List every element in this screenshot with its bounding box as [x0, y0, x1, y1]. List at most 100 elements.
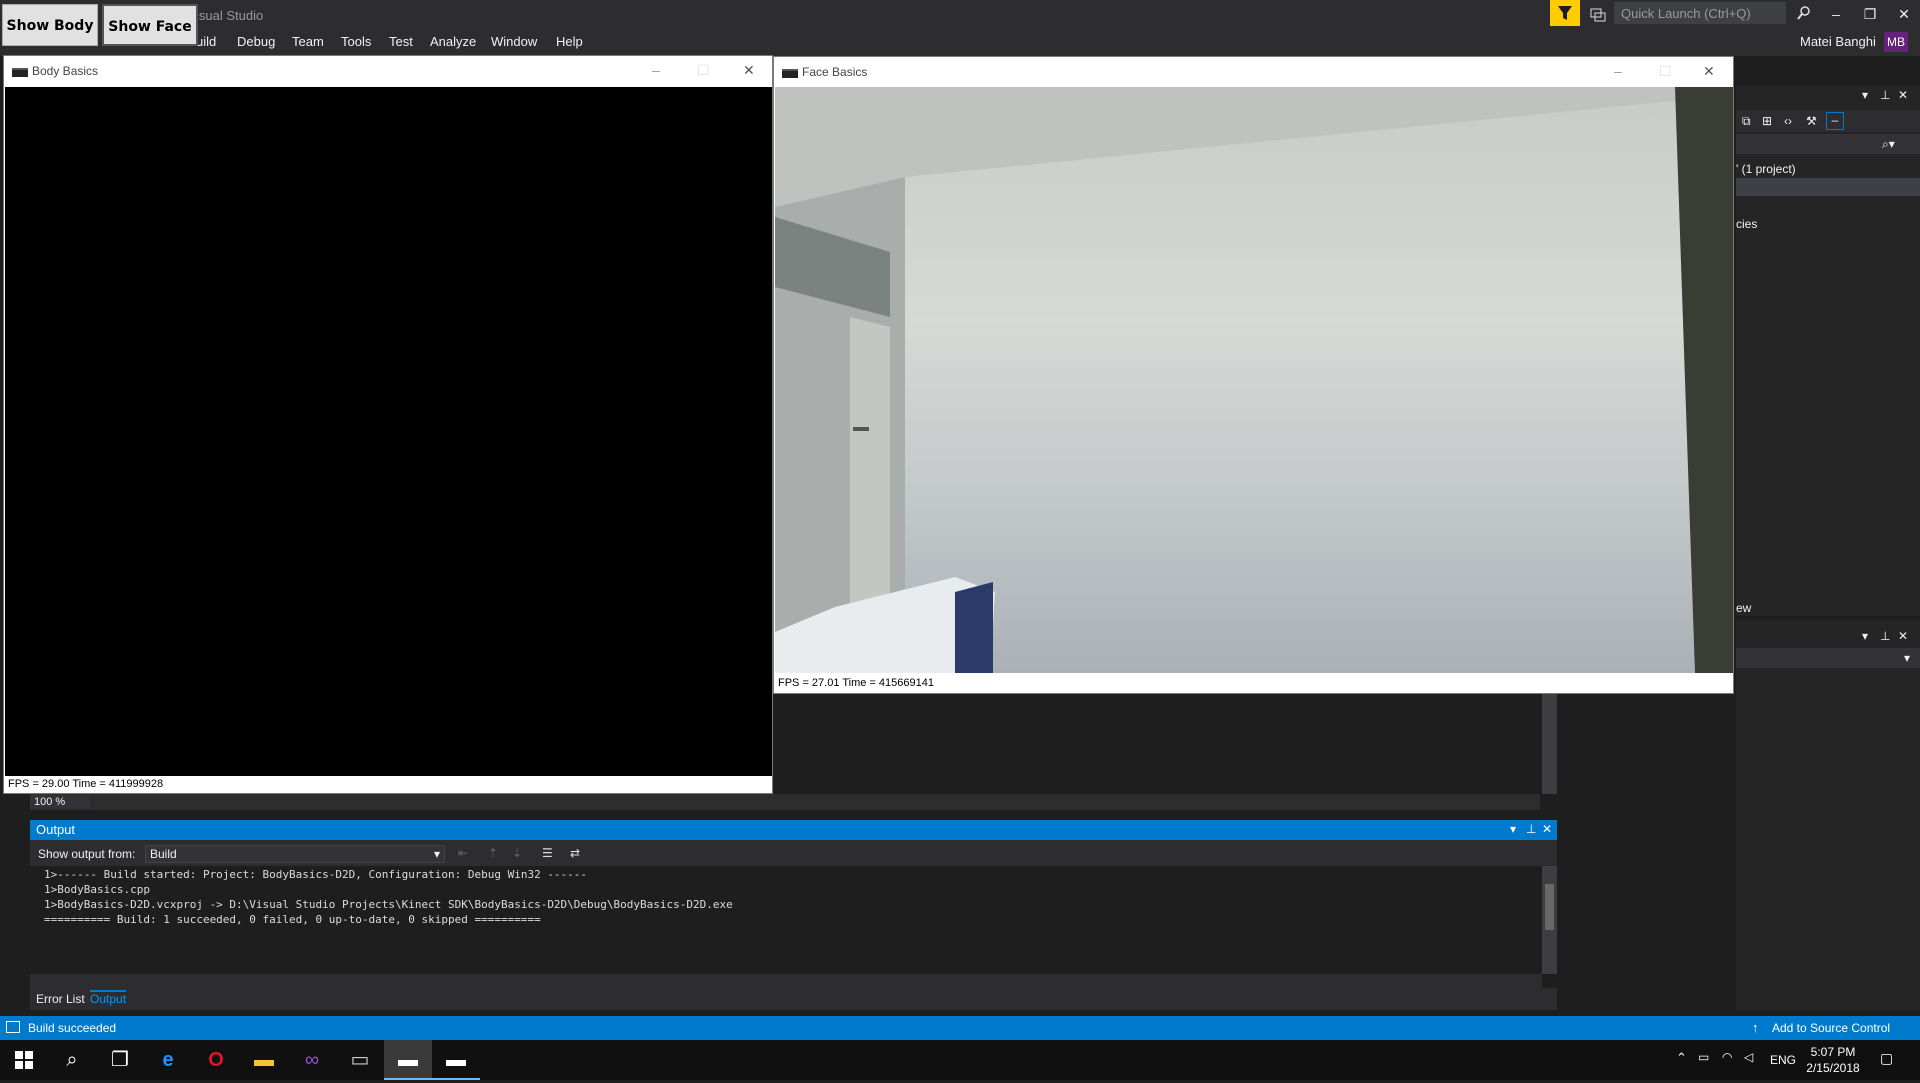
status-text: Build succeeded [28, 1021, 117, 1035]
battery-icon[interactable]: ▭ [1698, 1050, 1709, 1064]
face-basics-window[interactable]: Face Basics – ☐ ✕ FPS = 27.01 Time = 415… [773, 56, 1734, 694]
search-icon[interactable]: ⌕▾ [1882, 137, 1895, 152]
body-basics-window[interactable]: Body Basics – ☐ ✕ FPS = 29.00 Time = 411… [3, 55, 773, 794]
minimize-icon[interactable]: – [1614, 63, 1622, 79]
class-view-tab[interactable]: ew [1736, 601, 1751, 615]
user-name[interactable]: Matei Banghi [1800, 34, 1876, 49]
camera-scene [775, 87, 1733, 673]
opera-icon[interactable]: O [192, 1040, 240, 1080]
notifications-icon[interactable] [1588, 4, 1608, 24]
solution-selected-row[interactable] [1736, 178, 1920, 196]
chevron-up-icon[interactable]: ⌃ [1676, 1050, 1687, 1066]
feedback-filter-icon[interactable] [1550, 0, 1580, 26]
menu-window[interactable]: Window [491, 30, 537, 54]
close-icon[interactable]: ✕ [1890, 4, 1918, 24]
app-icon [12, 68, 28, 77]
panel-pin-icon[interactable]: ⊥ [1880, 629, 1890, 643]
window-title: Body Basics [32, 64, 99, 78]
clock-time[interactable]: 5:07 PM [1808, 1045, 1858, 1059]
window-titlebar[interactable]: Body Basics – ☐ ✕ [4, 56, 772, 86]
menu-build[interactable]: uild [196, 30, 216, 54]
close-icon[interactable]: ✕ [1703, 63, 1715, 80]
output-line: 1>BodyBasics-D2D.vcxproj -> D:\Visual St… [44, 898, 733, 911]
output-text-area[interactable]: 1>------ Build started: Project: BodyBas… [30, 866, 1542, 974]
panel-dropdown-icon[interactable]: ▾ [1862, 629, 1868, 643]
scrollbar-thumb[interactable] [1545, 884, 1554, 930]
panel-dropdown-icon[interactable]: ▾ [1862, 88, 1868, 102]
visual-studio-icon[interactable]: ∞ [288, 1040, 336, 1080]
body-basics-taskbar-icon[interactable]: ▬ [384, 1040, 432, 1080]
arrow-up-icon: ↑ [1752, 1020, 1759, 1035]
windows-start-icon[interactable] [0, 1040, 48, 1080]
find-message-icon[interactable]: ⇤ [458, 846, 468, 860]
code-view-icon[interactable]: ‹› [1784, 114, 1792, 128]
minimize-icon[interactable]: – [1822, 4, 1850, 24]
properties-icon[interactable]: ⚒ [1806, 114, 1817, 128]
window-titlebar[interactable]: Face Basics – ☐ ✕ [774, 57, 1733, 87]
go-next-icon[interactable]: ⇣ [512, 846, 522, 860]
maximize-icon[interactable]: ☐ [697, 62, 710, 79]
menu-test[interactable]: Test [389, 30, 413, 54]
output-line: 1>------ Build started: Project: BodyBas… [44, 868, 588, 881]
panel-close-icon[interactable]: ✕ [1898, 629, 1908, 643]
output-vscrollbar[interactable] [1542, 866, 1557, 974]
editor-vscrollbar[interactable] [1542, 690, 1557, 794]
search-icon[interactable]: ⌕ [48, 1040, 96, 1080]
output-panel-title: Output [36, 822, 76, 837]
close-icon[interactable]: ✕ [743, 62, 755, 79]
editor-hscrollbar[interactable] [30, 794, 1540, 810]
menu-team[interactable]: Team [292, 30, 324, 54]
maximize-icon[interactable]: ☐ [1659, 63, 1672, 80]
edge-icon[interactable]: e [144, 1040, 192, 1080]
tab-error-list[interactable]: Error List [36, 992, 85, 1006]
show-face-button[interactable]: Show Face [102, 4, 198, 46]
status-bar [0, 1016, 1920, 1040]
body-view-canvas [5, 87, 772, 776]
bottom-tabs [30, 988, 1557, 1010]
wifi-icon[interactable]: ◠ [1722, 1050, 1732, 1064]
properties-object-select[interactable]: ▾ [1736, 648, 1920, 668]
solution-search-input[interactable]: ⌕▾ [1736, 134, 1920, 154]
app-window-icon[interactable]: ▭ [336, 1040, 384, 1080]
output-line: 1>BodyBasics.cpp [44, 883, 150, 896]
file-explorer-icon[interactable]: ▬ [240, 1040, 288, 1080]
preview-icon[interactable]: – [1826, 112, 1844, 130]
panel-close-icon[interactable]: ✕ [1542, 822, 1552, 836]
output-source-value: Build [150, 847, 177, 861]
menu-debug[interactable]: Debug [237, 30, 275, 54]
vs-window-title: isual Studio [196, 8, 264, 23]
search-icon[interactable] [1796, 4, 1812, 22]
add-to-source-control-button[interactable]: Add to Source Control [1772, 1021, 1890, 1035]
panel-pin-icon[interactable]: ⊥ [1526, 822, 1536, 836]
clear-all-icon[interactable]: ☰ [542, 846, 553, 860]
face-basics-taskbar-icon[interactable]: ▬ [432, 1040, 480, 1080]
zoom-select[interactable]: 100 % [30, 795, 90, 809]
menu-help[interactable]: Help [556, 30, 583, 54]
task-view-icon[interactable]: ❐ [96, 1040, 144, 1080]
output-hscrollbar[interactable] [30, 974, 1542, 988]
show-body-button[interactable]: Show Body [2, 4, 98, 46]
clock-date[interactable]: 2/15/2018 [1804, 1061, 1862, 1075]
avatar[interactable]: MB [1884, 32, 1908, 52]
quick-launch-input[interactable]: Quick Launch (Ctrl+Q) [1614, 2, 1786, 24]
volume-icon[interactable]: ◁ [1744, 1050, 1753, 1064]
menu-tools[interactable]: Tools [341, 30, 371, 54]
vs-menubar: uild Debug Team Tools Test Analyze Windo… [0, 30, 1920, 56]
panel-close-icon[interactable]: ✕ [1898, 88, 1908, 102]
tab-output[interactable]: Output [90, 990, 127, 1006]
show-all-files-icon[interactable]: ⊞ [1762, 114, 1772, 128]
language-indicator[interactable]: ENG [1770, 1053, 1796, 1067]
collapse-all-icon[interactable]: ⧉ [1742, 114, 1751, 129]
menu-analyze[interactable]: Analyze [430, 30, 476, 54]
word-wrap-icon[interactable]: ⇄ [570, 846, 580, 860]
restore-icon[interactable]: ❐ [1856, 4, 1884, 24]
minimize-icon[interactable]: – [652, 62, 660, 78]
dependencies-node[interactable]: cies [1736, 217, 1757, 231]
solution-node[interactable]: ' (1 project) [1736, 162, 1796, 176]
go-previous-icon[interactable]: ⇡ [488, 846, 498, 860]
body-status-text: FPS = 29.00 Time = 411999928 [8, 778, 164, 790]
output-source-select[interactable]: Build ▾ [145, 845, 445, 863]
panel-pin-icon[interactable]: ⊥ [1880, 88, 1890, 102]
panel-dropdown-icon[interactable]: ▾ [1510, 822, 1516, 836]
action-center-icon[interactable]: ▢ [1880, 1050, 1893, 1067]
